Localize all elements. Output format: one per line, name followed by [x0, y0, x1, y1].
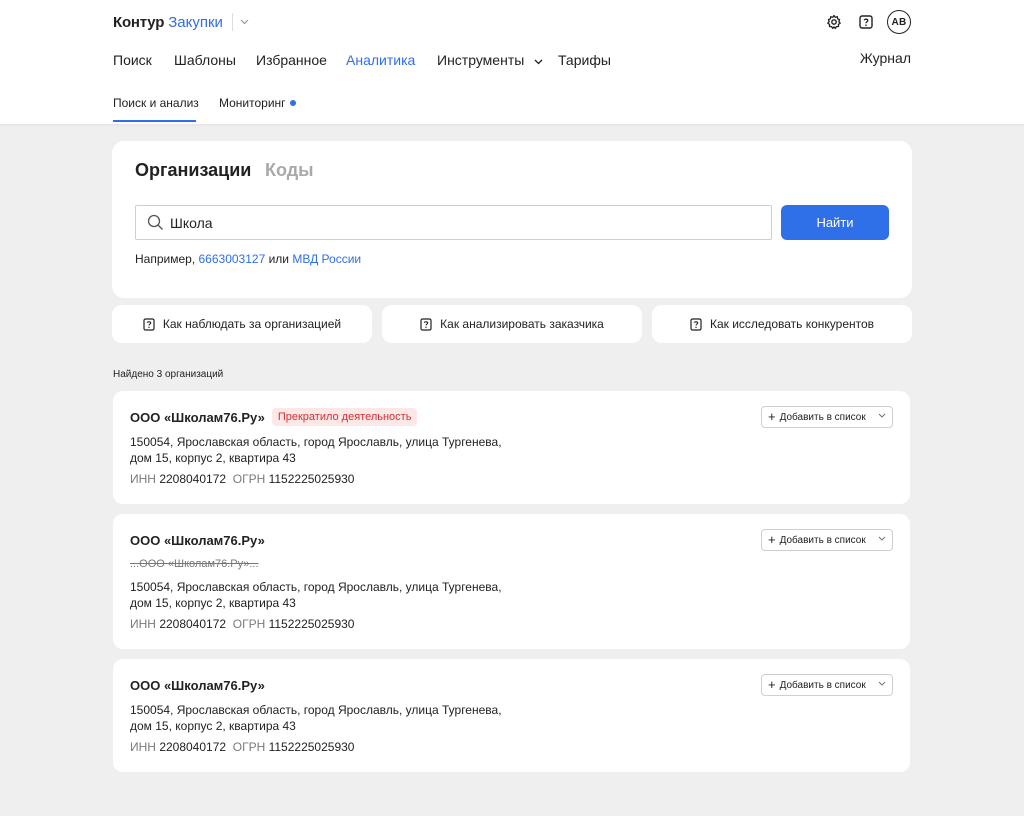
address-line: 150054, Ярославская область, город Яросл… — [130, 435, 502, 449]
organization-address: 150054, Ярославская область, город Яросл… — [130, 702, 510, 734]
search-field[interactable] — [135, 205, 772, 240]
help-analyze-label: Как анализировать заказчика — [440, 317, 604, 331]
result-card[interactable]: ООО «Школам76.Ру» + Добавить в список ..… — [113, 514, 910, 649]
help-research-label: Как исследовать конкурентов — [709, 317, 875, 331]
organization-name[interactable]: ООО «Школам76.Ру» — [130, 533, 265, 548]
help-watch-label: Как наблюдать за организацией — [162, 317, 342, 331]
address-line: 150054, Ярославская область, город Яросл… — [130, 703, 502, 717]
plus-icon: + — [768, 532, 776, 547]
example-prefix: Например, — [135, 252, 196, 266]
help-analyze-customer-button[interactable]: Как анализировать заказчика — [382, 305, 642, 343]
nav-favorites[interactable]: Избранное — [256, 52, 327, 68]
nav-tariffs[interactable]: Тарифы — [558, 52, 611, 68]
address-line: дом 15, корпус 2, квартира 43 — [130, 451, 296, 465]
organization-address: 150054, Ярославская область, город Яросл… — [130, 434, 510, 466]
help-icon — [143, 317, 155, 331]
example-link-mvd[interactable]: МВД России — [292, 252, 361, 266]
inn-value: 2208040172 — [159, 472, 227, 486]
inn-value: 2208040172 — [159, 740, 227, 754]
ogrn-label: ОГРН — [232, 472, 266, 486]
add-to-list-label: Добавить в список — [779, 411, 866, 423]
chevron-down-icon — [534, 59, 543, 65]
brand-primary: Контур — [113, 13, 165, 31]
ogrn-value: 1152225025930 — [268, 740, 355, 754]
add-to-list-button[interactable]: + Добавить в список — [761, 529, 893, 551]
tab-organizations[interactable]: Организации — [135, 160, 251, 181]
avatar[interactable]: АВ — [887, 10, 911, 34]
result-title-row: ООО «Школам76.Ру» — [130, 533, 265, 548]
example-link-inn[interactable]: 6663003127 — [199, 252, 266, 266]
subtab-monitoring-label: Мониторинг — [219, 96, 286, 110]
organization-ids: ИНН 2208040172 ОГРН 1152225025930 — [130, 472, 354, 486]
inn-label: ИНН — [130, 472, 156, 486]
logo-divider — [231, 13, 233, 31]
help-icon — [690, 317, 702, 331]
notification-dot — [289, 99, 296, 106]
inn-label: ИНН — [130, 617, 156, 631]
example-or: или — [268, 252, 290, 266]
nav-search[interactable]: Поиск — [113, 52, 152, 68]
nav-templates[interactable]: Шаблоны — [174, 52, 236, 68]
tab-codes[interactable]: Коды — [265, 160, 314, 181]
plus-icon: + — [768, 677, 776, 692]
chevron-down-icon[interactable] — [240, 19, 249, 25]
settings-icon[interactable] — [824, 12, 844, 32]
inn-value: 2208040172 — [159, 617, 227, 631]
result-card[interactable]: ООО «Школам76.Ру» Прекратило деятельност… — [113, 391, 910, 504]
add-to-list-label: Добавить в список — [779, 679, 866, 691]
journal-link[interactable]: Журнал — [860, 50, 911, 66]
result-title-row: ООО «Школам76.Ру» Прекратило деятельност… — [130, 408, 418, 426]
organization-address: 150054, Ярославская область, город Яросл… — [130, 579, 510, 611]
search-example: Например, 6663003127 или МВД России — [135, 252, 361, 266]
plus-icon: + — [768, 409, 776, 424]
ogrn-value: 1152225025930 — [268, 472, 355, 486]
ogrn-label: ОГРН — [232, 617, 266, 631]
address-line: дом 15, корпус 2, квартира 43 — [130, 596, 296, 610]
chevron-down-icon — [878, 413, 886, 418]
active-subtab-indicator — [113, 120, 196, 122]
nav-tools[interactable]: Инструменты — [437, 52, 543, 68]
help-icon — [420, 317, 432, 331]
search-input[interactable] — [170, 214, 730, 231]
address-line: дом 15, корпус 2, квартира 43 — [130, 719, 296, 733]
ogrn-label: ОГРН — [232, 740, 266, 754]
chevron-down-icon — [878, 536, 886, 541]
status-badge: Прекратило деятельность — [271, 408, 418, 426]
organization-ids: ИНН 2208040172 ОГРН 1152225025930 — [130, 740, 354, 754]
search-icon — [147, 214, 164, 231]
organization-name[interactable]: ООО «Школам76.Ру» — [130, 678, 265, 693]
nav-tools-label: Инструменты — [437, 52, 525, 68]
search-panel: Организации Коды Найти Например, 6663003… — [112, 141, 912, 298]
address-line: 150054, Ярославская область, город Яросл… — [130, 580, 502, 594]
help-research-competitors-button[interactable]: Как исследовать конкурентов — [652, 305, 912, 343]
subtab-search-analysis[interactable]: Поиск и анализ — [113, 96, 199, 110]
results-count: Найдено 3 организаций — [113, 369, 224, 380]
result-title-row: ООО «Школам76.Ру» — [130, 678, 265, 693]
add-to-list-label: Добавить в список — [779, 534, 866, 546]
chevron-down-icon — [878, 681, 886, 686]
ogrn-value: 1152225025930 — [268, 617, 355, 631]
find-button[interactable]: Найти — [781, 205, 889, 240]
organization-ids: ИНН 2208040172 ОГРН 1152225025930 — [130, 617, 354, 631]
organization-name[interactable]: ООО «Школам76.Ру» — [130, 410, 265, 425]
help-watch-organization-button[interactable]: Как наблюдать за организацией — [112, 305, 372, 343]
logo[interactable]: Контур Закупки — [113, 12, 249, 32]
add-to-list-button[interactable]: + Добавить в список — [761, 674, 893, 696]
former-name: ...ООО «Школам76.Ру»... — [130, 558, 259, 570]
header: Контур Закупки АВ Поиск Шаблоны Избранно… — [0, 0, 1024, 124]
nav-analytics[interactable]: Аналитика — [346, 52, 415, 68]
brand-secondary: Закупки — [168, 13, 223, 31]
subtab-monitoring[interactable]: Мониторинг — [219, 96, 296, 110]
inn-label: ИНН — [130, 740, 156, 754]
result-card[interactable]: ООО «Школам76.Ру» + Добавить в список 15… — [113, 659, 910, 772]
help-icon[interactable] — [856, 12, 876, 32]
add-to-list-button[interactable]: + Добавить в список — [761, 406, 893, 428]
